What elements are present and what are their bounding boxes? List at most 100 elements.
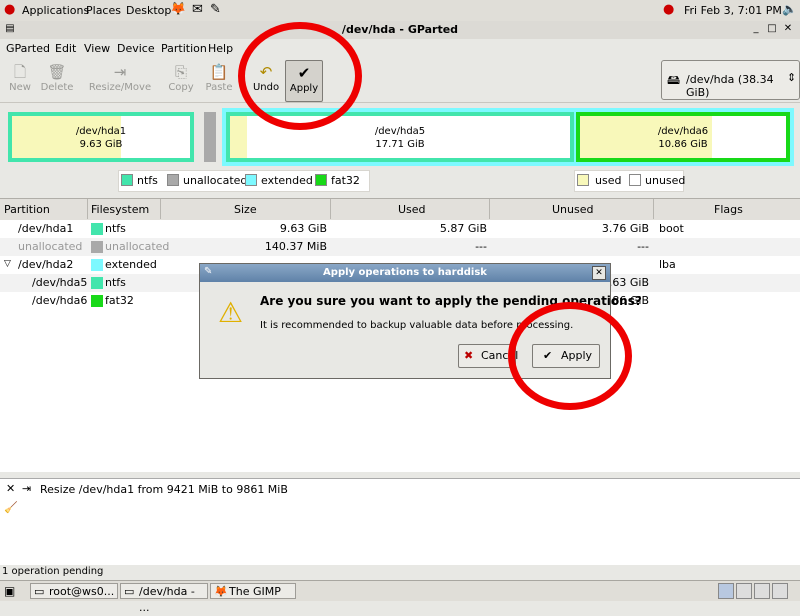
workspace-2[interactable] (736, 583, 752, 599)
applications-menu[interactable]: Applications (22, 4, 89, 17)
workspace-3[interactable] (754, 583, 770, 599)
resize-icon: ⇥ (113, 63, 127, 81)
updown-arrow-icon: ⇕ (787, 71, 797, 84)
delete-button[interactable]: 🗑 Delete (33, 60, 81, 100)
table-row[interactable]: unallocated unallocated 140.37 MiB --- -… (0, 238, 800, 256)
annotation-ring (238, 22, 362, 130)
diskmap-hda6[interactable]: /dev/hda6 10.86 GiB (576, 112, 790, 162)
delete-label: Delete (40, 82, 74, 93)
gimp-icon: 🦊 (214, 585, 228, 598)
diskmap-hda1-size: 9.63 GiB (79, 139, 123, 150)
paste-icon: 📋 (209, 63, 229, 81)
table-row[interactable]: /dev/hda1 ntfs 9.63 GiB 5.87 GiB 3.76 Gi… (0, 220, 800, 238)
show-desktop-icon[interactable]: ▣ (4, 584, 15, 598)
window-titlebar: ▤ /dev/hda - GParted _ □ ✕ (0, 21, 800, 40)
alert-icon[interactable]: ● (663, 2, 674, 17)
menu-view[interactable]: View (84, 42, 110, 55)
diskmap-hda1-name: /dev/hda1 (75, 126, 127, 137)
cell-unused: 3.76 GiB (601, 222, 649, 235)
cell-used: --- (475, 240, 487, 253)
usage-legend: used unused (574, 170, 685, 192)
taskbar: ▣ ▭ root@ws0... ▭ /dev/hda - ... 🦊 The G… (0, 580, 800, 614)
col-flags[interactable]: Flags (714, 203, 743, 216)
legend-extended: extended (261, 174, 313, 187)
task-terminal[interactable]: ▭ root@ws0... (30, 583, 118, 599)
partition-table-header: Partition Filesystem Size Used Unused Fl… (0, 198, 800, 221)
device-label: /dev/hda (38.34 GiB) (686, 73, 774, 99)
harddisk-icon: 🖴 (667, 73, 681, 88)
close-icon[interactable]: ✕ (782, 23, 794, 35)
terminal-icon: ▭ (34, 585, 45, 598)
fs-legend: ntfs unallocated extended fat32 (118, 170, 370, 192)
col-unused[interactable]: Unused (552, 203, 593, 216)
task-gparted[interactable]: ▭ /dev/hda - ... (120, 583, 208, 614)
fs-color-swatch (91, 241, 103, 253)
task-gimp[interactable]: 🦊 The GIMP (210, 583, 296, 599)
annotation-ring (508, 302, 632, 410)
menu-edit[interactable]: Edit (55, 42, 76, 55)
paste-button[interactable]: 📋 Paste (195, 60, 243, 100)
fs-color-swatch (91, 295, 103, 307)
fs-color-swatch (91, 259, 103, 271)
trash-icon: 🗑 (47, 63, 67, 81)
gimp-launcher-icon[interactable]: 🦊 (170, 2, 186, 17)
diskmap-hda1[interactable]: /dev/hda1 9.63 GiB (8, 112, 194, 162)
desktop-menu[interactable]: Desktop (126, 4, 171, 17)
menubar: GParted Edit View Device Partition Help (0, 39, 800, 58)
window-title: /dev/hda - GParted (341, 23, 459, 36)
workspace-1[interactable] (718, 583, 734, 599)
operation-item[interactable]: Resize /dev/hda1 from 9421 MiB to 9861 M… (40, 483, 288, 496)
status-bar: 1 operation pending (0, 565, 800, 579)
menu-partition[interactable]: Partition (161, 42, 207, 55)
task-terminal-label: root@ws0... (49, 585, 115, 598)
resize-op-icon: ⇥ (22, 482, 32, 495)
menu-device[interactable]: Device (117, 42, 155, 55)
resize-label: Resize/Move (88, 82, 152, 93)
dialog-close-icon[interactable]: ✕ (592, 266, 606, 280)
mail-launcher-icon[interactable]: ✉ (192, 2, 203, 17)
broom-icon: 🧹 (4, 501, 18, 514)
dialog-title: Apply operations to harddisk (323, 267, 487, 278)
legend-used-swatch (577, 174, 589, 186)
redhat-icon[interactable]: ● (4, 2, 15, 17)
legend-unallocated-swatch (167, 174, 179, 186)
clock[interactable]: Fri Feb 3, 7:01 PM (684, 4, 782, 17)
col-used[interactable]: Used (398, 203, 426, 216)
col-partition[interactable]: Partition (4, 203, 50, 216)
diskmap-hda6-name: /dev/hda6 (657, 126, 709, 137)
legend-unallocated: unallocated (183, 174, 248, 187)
legend-ntfs-swatch (121, 174, 133, 186)
menu-gparted[interactable]: GParted (6, 42, 50, 55)
task-gimp-label: The GIMP (229, 585, 281, 598)
cell-partition: unallocated (18, 240, 83, 253)
cell-partition: /dev/hda6 (32, 294, 88, 307)
close-pane-icon[interactable]: ✕ (6, 482, 15, 495)
legend-used: used (595, 174, 622, 187)
cell-filesystem: extended (105, 258, 157, 271)
cell-partition: /dev/hda1 (18, 222, 74, 235)
cell-filesystem: fat32 (105, 294, 134, 307)
minimize-icon[interactable]: _ (750, 23, 762, 35)
dialog-titlebar: ✎ Apply operations to harddisk ✕ (200, 264, 610, 282)
cell-unused: --- (637, 240, 649, 253)
legend-fat32-swatch (315, 174, 327, 186)
places-menu[interactable]: Places (86, 4, 121, 17)
expander-icon[interactable]: ▽ (4, 259, 11, 269)
legend-extended-swatch (245, 174, 257, 186)
cell-partition: /dev/hda5 (32, 276, 88, 289)
cell-flags: lba (659, 258, 676, 271)
menu-help[interactable]: Help (208, 42, 233, 55)
cell-partition: /dev/hda2 (18, 258, 74, 271)
diskmap-unallocated[interactable] (204, 112, 216, 162)
editor-launcher-icon[interactable]: ✎ (210, 2, 221, 17)
col-size[interactable]: Size (234, 203, 257, 216)
device-selector[interactable]: 🖴 /dev/hda (38.34 GiB) ⇕ (661, 60, 800, 100)
resize-move-button[interactable]: ⇥ Resize/Move (88, 60, 152, 100)
volume-icon[interactable]: 🔈 (782, 2, 797, 16)
paste-label: Paste (205, 82, 233, 93)
warning-icon: ⚠ (218, 296, 244, 329)
copy-icon: ⎘ (174, 63, 187, 81)
col-filesystem[interactable]: Filesystem (91, 203, 149, 216)
maximize-icon[interactable]: □ (766, 23, 778, 35)
workspace-4[interactable] (772, 583, 788, 599)
